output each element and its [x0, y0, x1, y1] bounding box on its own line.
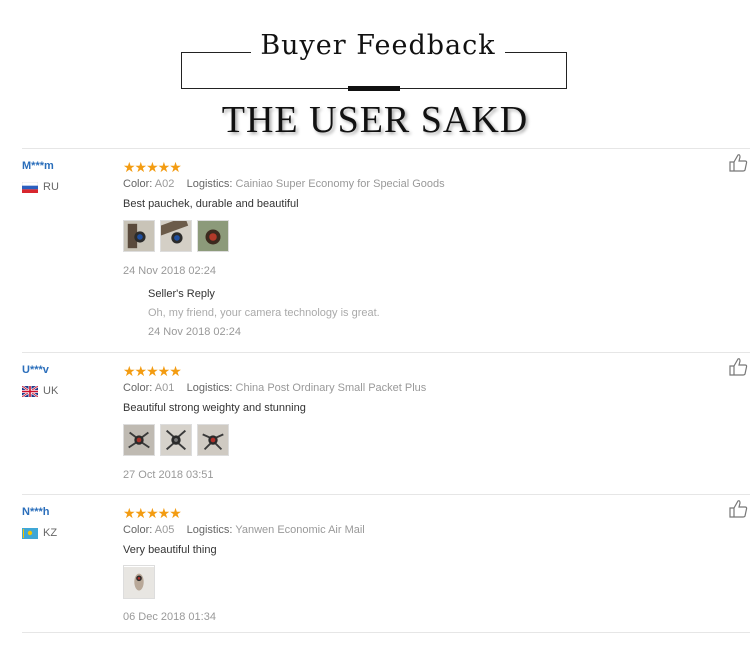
- review-photo-thumbnail[interactable]: [123, 424, 155, 456]
- logistics-value: China Post Ordinary Small Packet Plus: [235, 382, 427, 394]
- review-photos: [123, 565, 155, 599]
- banner-title: Buyer Feedback: [260, 30, 496, 61]
- uk-flag-icon: [22, 385, 38, 397]
- review-comment: Very beautiful thing: [123, 544, 217, 556]
- feedback-banner: Buyer Feedback THE USER SAKD: [0, 0, 750, 150]
- country-code: KZ: [43, 527, 58, 539]
- seller-reply-title: Seller's Reply: [148, 288, 215, 300]
- color-value: A02: [154, 178, 175, 190]
- logistics-label: Logistics:: [186, 524, 233, 536]
- country-code: RU: [43, 181, 59, 193]
- review-comment: Beautiful strong weighty and stunning: [123, 402, 306, 414]
- banner-frame-line-right: [505, 52, 567, 53]
- kazakhstan-flag-icon: [22, 527, 38, 539]
- review-comment: Best pauchek, durable and beautiful: [123, 198, 299, 210]
- seller-reply-date: 24 Nov 2018 02:24: [148, 326, 241, 338]
- color-value: A05: [154, 524, 175, 536]
- order-meta: Color: A02 Logistics: Cainiao Super Econ…: [123, 178, 445, 190]
- logistics-value: Cainiao Super Economy for Special Goods: [235, 178, 445, 190]
- russia-flag-icon: [22, 181, 38, 193]
- logistics-label: Logistics:: [186, 382, 233, 394]
- star-rating: ★★★★★: [123, 505, 182, 521]
- thumbs-up-icon[interactable]: [728, 357, 748, 377]
- seller-reply-text: Oh, my friend, your camera technology is…: [148, 307, 380, 319]
- reviewer-country: RU: [22, 181, 59, 193]
- thumbs-up-icon[interactable]: [728, 153, 748, 173]
- divider: [22, 352, 750, 353]
- review-photos: [123, 424, 229, 456]
- order-meta: Color: A01 Logistics: China Post Ordinar…: [123, 382, 426, 394]
- thumbs-up-icon[interactable]: [728, 499, 748, 519]
- color-label: Color:: [123, 382, 153, 394]
- review-date: 06 Dec 2018 01:34: [123, 611, 216, 623]
- review-photo-thumbnail[interactable]: [160, 220, 192, 252]
- order-meta: Color: A05 Logistics: Yanwen Economic Ai…: [123, 524, 365, 536]
- review-photo-thumbnail[interactable]: [197, 220, 229, 252]
- reviewer-name: U***v: [22, 364, 49, 376]
- review-photo-thumbnail[interactable]: [160, 424, 192, 456]
- reviewer-name: M***m: [22, 160, 54, 172]
- divider: [22, 632, 750, 633]
- banner-frame-line-left: [181, 52, 251, 53]
- review-photo-thumbnail[interactable]: [197, 424, 229, 456]
- reviewer-name: N***h: [22, 506, 50, 518]
- divider: [22, 148, 750, 149]
- color-label: Color:: [123, 178, 153, 190]
- review-date: 27 Oct 2018 03:51: [123, 469, 214, 481]
- banner-accent-bar: [348, 86, 400, 91]
- color-value: A01: [154, 382, 175, 394]
- country-code: UK: [43, 385, 59, 397]
- star-rating: ★★★★★: [123, 363, 182, 379]
- reviewer-country: KZ: [22, 527, 57, 539]
- logistics-value: Yanwen Economic Air Mail: [235, 524, 365, 536]
- star-rating: ★★★★★: [123, 159, 182, 175]
- review-photo-thumbnail[interactable]: [123, 565, 155, 599]
- reviewer-country: UK: [22, 385, 58, 397]
- review-photo-thumbnail[interactable]: [123, 220, 155, 252]
- review-photos: [123, 220, 229, 252]
- color-label: Color:: [123, 524, 153, 536]
- review-date: 24 Nov 2018 02:24: [123, 265, 216, 277]
- divider: [22, 494, 750, 495]
- logistics-label: Logistics:: [186, 178, 233, 190]
- banner-subtitle: THE USER SAKD: [221, 99, 529, 141]
